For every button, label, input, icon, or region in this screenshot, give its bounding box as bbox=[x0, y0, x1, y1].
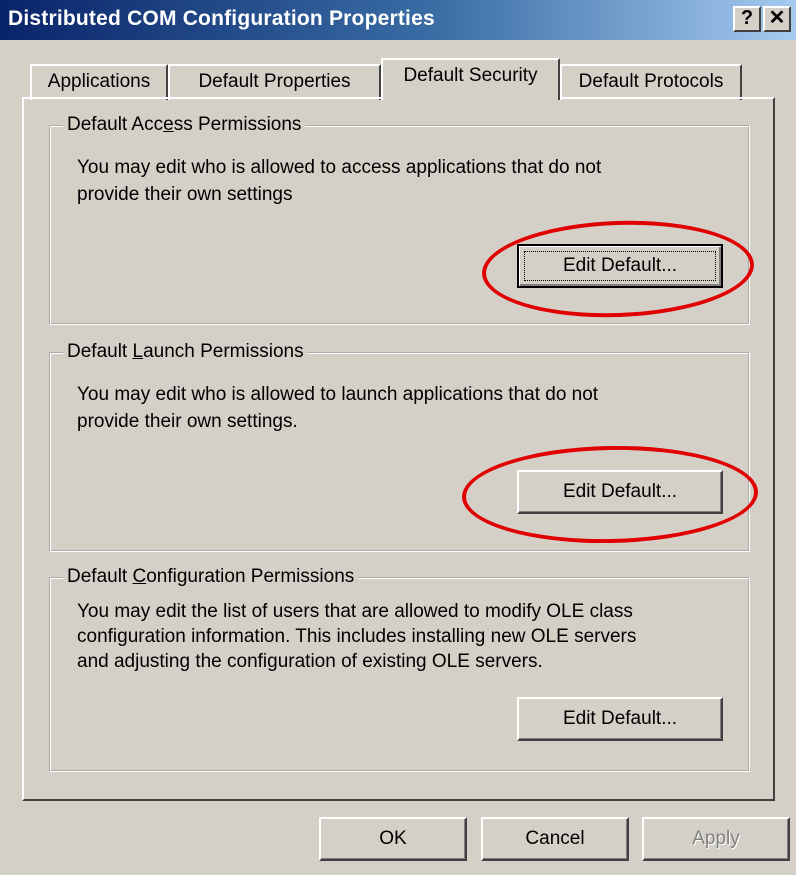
group-title: Default Access Permissions bbox=[63, 114, 306, 136]
title-bar[interactable]: Distributed COM Configuration Properties… bbox=[0, 0, 796, 40]
edit-default-configuration-button[interactable]: Edit Default... bbox=[517, 697, 723, 741]
default-launch-permissions-group: Default Launch Permissions You may edit … bbox=[49, 341, 750, 552]
apply-button[interactable]: Apply bbox=[642, 817, 790, 861]
group-title: Default Launch Permissions bbox=[63, 341, 308, 363]
focus-rectangle bbox=[524, 251, 716, 281]
ok-button[interactable]: OK bbox=[319, 817, 467, 861]
tab-default-protocols[interactable]: Default Protocols bbox=[560, 64, 742, 100]
cancel-button[interactable]: Cancel bbox=[481, 817, 629, 861]
window-title: Distributed COM Configuration Properties bbox=[8, 7, 435, 30]
edit-default-access-button[interactable]: Edit Default... bbox=[517, 244, 723, 288]
tab-default-security[interactable]: Default Security bbox=[381, 58, 560, 100]
group-description: You may edit who is allowed to access ap… bbox=[77, 157, 602, 205]
default-configuration-permissions-group: Default Configuration Permissions You ma… bbox=[49, 566, 750, 772]
dialog-window: Distributed COM Configuration Properties… bbox=[0, 0, 796, 875]
tab-applications[interactable]: Applications bbox=[30, 64, 168, 100]
default-access-permissions-group: Default Access Permissions You may edit … bbox=[49, 114, 750, 325]
edit-default-launch-button[interactable]: Edit Default... bbox=[517, 470, 723, 514]
group-title: Default Configuration Permissions bbox=[63, 566, 359, 588]
close-button[interactable]: ✕ bbox=[763, 6, 791, 32]
group-description: You may edit the list of users that are … bbox=[77, 601, 637, 672]
group-description: You may edit who is allowed to launch ap… bbox=[77, 384, 599, 432]
tab-default-properties[interactable]: Default Properties bbox=[168, 64, 381, 100]
help-button[interactable]: ? bbox=[733, 6, 761, 32]
